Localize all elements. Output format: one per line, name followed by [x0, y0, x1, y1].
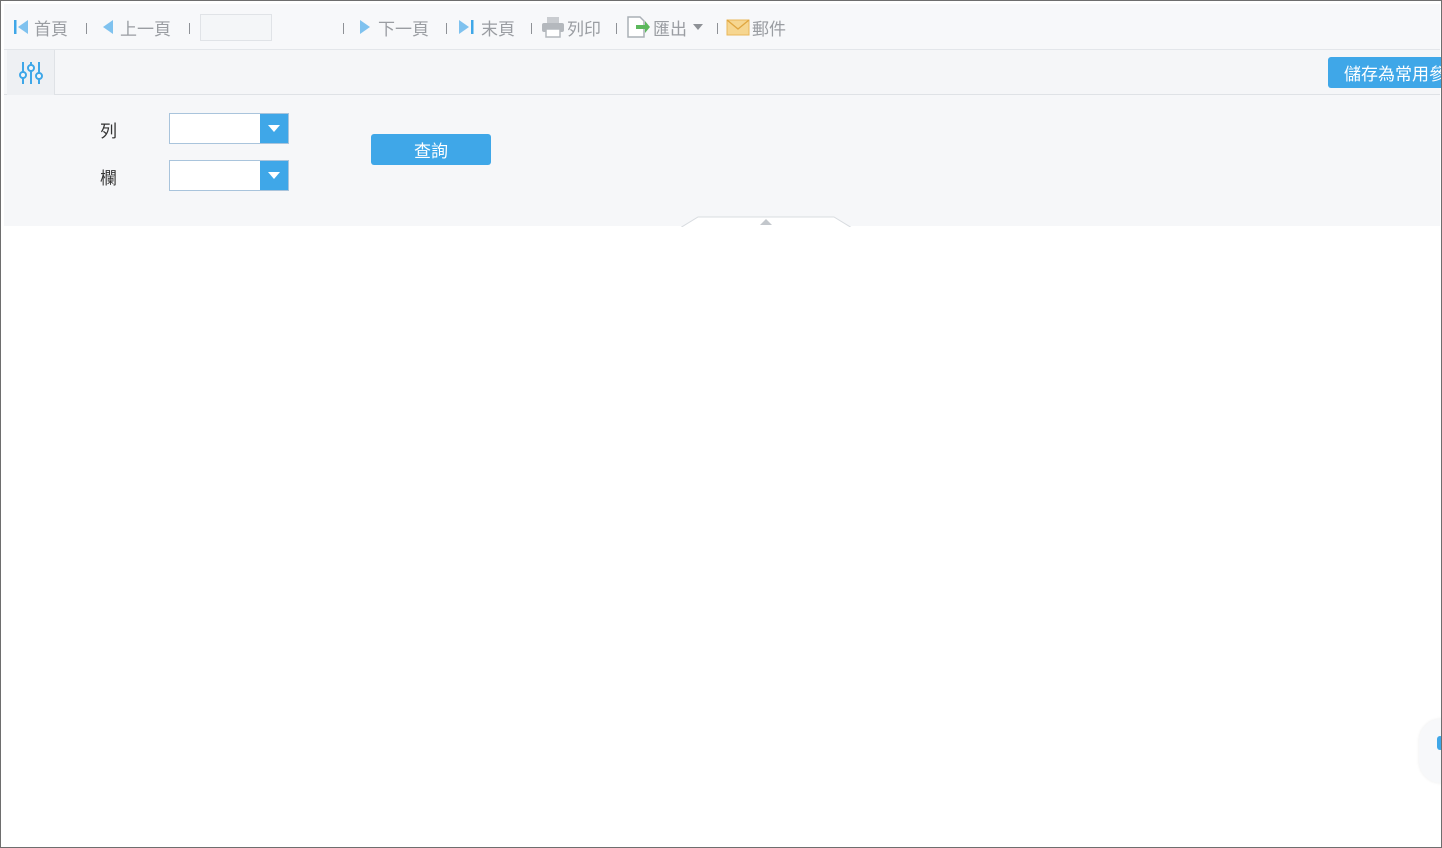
floating-side-handle[interactable]	[1419, 719, 1441, 783]
page-number-input[interactable]	[200, 14, 272, 41]
export-dropdown-icon	[693, 24, 703, 30]
column-dropdown-arrow-icon[interactable]	[260, 161, 288, 190]
row-label: 列	[100, 122, 117, 142]
column-combobox-value	[170, 161, 264, 190]
first-page-label: 首頁	[34, 19, 68, 40]
toolbar-divider	[717, 23, 718, 34]
query-button[interactable]: 查詢	[371, 134, 491, 165]
prev-page-button[interactable]: 上一頁	[100, 15, 171, 40]
mail-label: 郵件	[752, 19, 786, 40]
report-toolbar: 首頁 上一頁 下一頁 末頁 列印 匯出 郵件	[4, 4, 1440, 50]
row-dropdown-arrow-icon[interactable]	[260, 114, 288, 143]
mail-icon	[726, 18, 750, 36]
export-label: 匯出	[653, 19, 687, 40]
last-page-icon	[457, 18, 477, 36]
next-page-icon	[356, 18, 374, 36]
prev-page-label: 上一頁	[120, 19, 171, 40]
column-label: 欄	[100, 169, 117, 189]
last-page-button[interactable]: 末頁	[457, 15, 515, 40]
toolbar-divider	[343, 23, 344, 34]
print-button[interactable]: 列印	[541, 15, 601, 40]
report-content-area	[4, 227, 1440, 846]
export-icon	[625, 15, 651, 39]
parameter-panel: 列 欄 查詢	[4, 95, 1440, 229]
toolbar-divider	[86, 23, 87, 34]
collapse-panel-tab[interactable]	[679, 213, 853, 229]
toolbar-divider	[531, 23, 532, 34]
printer-icon	[541, 16, 565, 38]
handle-indicator-icon	[1437, 736, 1441, 750]
parameter-action-bar: 儲存為常用參數	[4, 50, 1441, 96]
row-combobox[interactable]	[169, 113, 289, 144]
toolbar-divider	[189, 23, 190, 34]
mail-button[interactable]: 郵件	[726, 15, 786, 40]
save-as-common-params-button[interactable]: 儲存為常用參數	[1328, 57, 1441, 88]
next-page-label: 下一頁	[378, 19, 429, 40]
export-button[interactable]: 匯出	[625, 15, 703, 40]
toolbar-divider	[616, 23, 617, 34]
row-combobox-value	[170, 114, 264, 143]
first-page-button[interactable]: 首頁	[12, 15, 68, 40]
print-label: 列印	[567, 19, 601, 40]
report-viewer-window: 首頁 上一頁 下一頁 末頁 列印 匯出 郵件 儲存為常用 列 欄 查詢	[0, 0, 1442, 848]
first-page-icon	[12, 18, 30, 36]
last-page-label: 末頁	[481, 19, 515, 40]
prev-page-icon	[100, 18, 116, 36]
next-page-button[interactable]: 下一頁	[356, 15, 429, 40]
toolbar-divider	[446, 23, 447, 34]
filter-toggle-button[interactable]	[7, 50, 55, 96]
column-combobox[interactable]	[169, 160, 289, 191]
sliders-icon	[18, 60, 44, 86]
